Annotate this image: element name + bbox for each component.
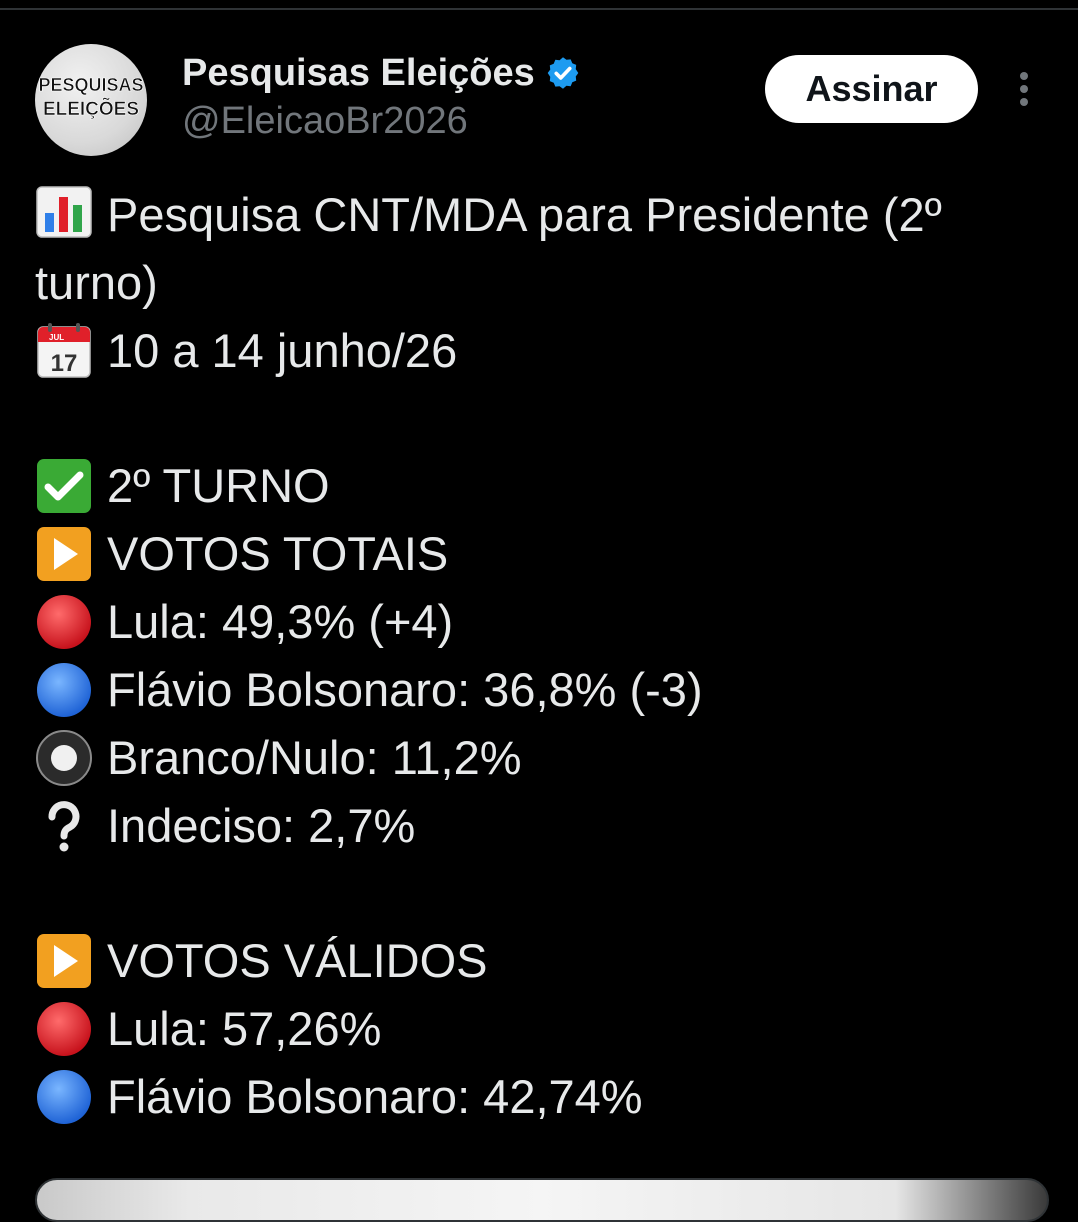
title-text: Pesquisa CNT/MDA para Presidente (2º tur… [35,188,942,309]
total-undecided-text: Indeciso: 2,7% [107,799,416,852]
total-lula-text: Lula: 49,3% (+4) [107,595,454,648]
round-text: 2º TURNO [107,459,330,512]
play-button-icon [35,525,93,583]
author-avatar[interactable]: PESQUISAS ELEIÇÕES [35,44,147,156]
total-blank-line: Branco/Nulo: 11,2% [35,724,1045,792]
total-undecided-line: Indeciso: 2,7% [35,792,1045,860]
valid-lula-text: Lula: 57,26% [107,1002,382,1055]
radio-button-icon [35,729,93,787]
svg-text:ELEIÇÕES: ELEIÇÕES [43,98,139,120]
check-mark-icon [35,457,93,515]
valid-votes-header-text: VOTOS VÁLIDOS [107,934,488,987]
date-text: 10 a 14 junho/26 [107,324,458,377]
red-circle-icon [35,593,93,651]
calendar-icon: JUL 17 [35,322,93,380]
total-flavio-line: Flávio Bolsonaro: 36,8% (-3) [35,656,1045,724]
play-button-icon [35,932,93,990]
valid-lula-line: Lula: 57,26% [35,995,1045,1063]
top-divider [0,8,1078,10]
date-line: JUL 17 10 a 14 junho/26 [35,317,1045,385]
total-blank-text: Branco/Nulo: 11,2% [107,731,522,784]
verified-badge-icon[interactable] [545,55,581,91]
svg-text:JUL: JUL [49,333,64,342]
svg-text:17: 17 [51,350,78,377]
author-handle[interactable]: @EleicaoBr2026 [182,100,468,143]
total-lula-line: Lula: 49,3% (+4) [35,588,1045,656]
author-name-row: Pesquisas Eleições [182,50,581,96]
total-votes-header: VOTOS TOTAIS [35,520,1045,588]
subscribe-button[interactable]: Assinar [765,55,978,123]
author-display-name[interactable]: Pesquisas Eleições [182,52,535,95]
round-line: 2º TURNO [35,452,1045,520]
red-circle-icon [35,1000,93,1058]
valid-flavio-line: Flávio Bolsonaro: 42,74% [35,1063,1045,1131]
vertical-ellipsis-icon[interactable] [1010,68,1038,112]
valid-votes-header: VOTOS VÁLIDOS [35,927,1045,995]
tweet-text: Pesquisa CNT/MDA para Presidente (2º tur… [35,181,1045,1131]
blue-circle-icon [35,661,93,719]
bar-chart-icon [35,183,93,241]
valid-flavio-text: Flávio Bolsonaro: 42,74% [107,1070,643,1123]
blue-circle-icon [35,1068,93,1126]
attached-image-card[interactable] [35,1178,1049,1222]
total-votes-header-text: VOTOS TOTAIS [107,527,449,580]
question-mark-icon [35,797,93,855]
total-flavio-text: Flávio Bolsonaro: 36,8% (-3) [107,663,703,716]
svg-text:PESQUISAS: PESQUISAS [38,75,143,95]
title-line: Pesquisa CNT/MDA para Presidente (2º tur… [35,181,1045,317]
